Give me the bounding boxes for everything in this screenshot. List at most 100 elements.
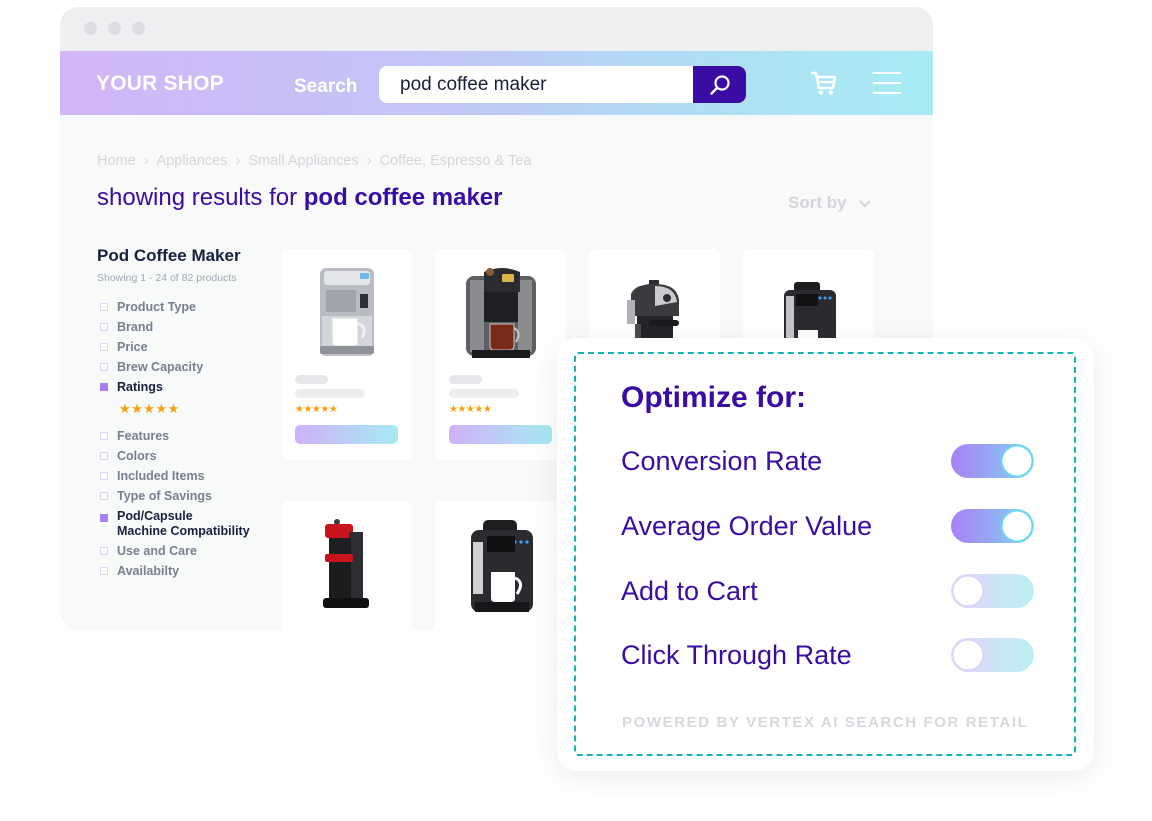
checkbox[interactable] xyxy=(100,363,108,371)
facet-use-and-care[interactable]: Use and Care xyxy=(99,541,279,561)
facet-brew-capacity[interactable]: Brew Capacity xyxy=(99,357,279,377)
facet-label: Product Type xyxy=(117,300,196,314)
sort-by-label: Sort by xyxy=(788,193,847,212)
checkbox-checked[interactable] xyxy=(100,514,108,522)
average-order-value-toggle[interactable] xyxy=(951,509,1034,543)
rating-stars-filter[interactable]: ★★★★★ xyxy=(99,397,279,426)
window-maximize-dot[interactable] xyxy=(132,22,145,35)
product-image-classic-black-pod-coffee-maker[interactable] xyxy=(449,511,552,621)
cart-button[interactable] xyxy=(809,69,843,99)
conversion-rate-toggle[interactable] xyxy=(951,444,1034,478)
facet-label: Brew Capacity xyxy=(117,360,204,374)
chevron-down-icon xyxy=(859,200,871,208)
checkbox[interactable] xyxy=(100,492,108,500)
facet-label-line1: Pod/Capsule xyxy=(117,509,193,523)
option-label: Conversion Rate xyxy=(621,446,823,476)
shop-header: YOUR SHOP Search xyxy=(60,51,933,115)
facet-product-type[interactable]: Product Type xyxy=(99,297,279,317)
facet-label: Price xyxy=(117,340,148,354)
breadcrumb: Home › Appliances › Small Appliances › Coffee,… xyxy=(97,153,531,169)
search-label: Search xyxy=(294,76,358,97)
product-image-red-capsule-coffee-maker[interactable] xyxy=(295,511,398,621)
search-input[interactable] xyxy=(379,66,693,103)
checkbox[interactable] xyxy=(100,452,108,460)
facet-label: Type of Savings xyxy=(117,489,212,503)
title-bar xyxy=(60,7,933,51)
facet-ratings[interactable]: Ratings xyxy=(99,377,279,397)
click-through-rate-toggle[interactable] xyxy=(951,638,1034,672)
facet-colors[interactable]: Colors xyxy=(99,446,279,466)
facet-price[interactable]: Price xyxy=(99,337,279,357)
checkbox[interactable] xyxy=(100,432,108,440)
checkbox[interactable] xyxy=(100,323,108,331)
hamburger-menu-icon xyxy=(873,72,901,94)
breadcrumb-separator: › xyxy=(235,153,241,169)
checkbox[interactable] xyxy=(100,547,108,555)
search-button[interactable] xyxy=(693,66,746,103)
toggle-knob xyxy=(1001,510,1033,542)
facet-list: Product Type Brand Price Brew Capacity R… xyxy=(99,297,279,581)
breadcrumb-separator: › xyxy=(366,153,372,169)
checkbox[interactable] xyxy=(100,343,108,351)
facet-label: Use and Care xyxy=(117,544,197,558)
search-bar xyxy=(379,66,746,103)
option-label: Click Through Rate xyxy=(621,640,852,670)
checkbox[interactable] xyxy=(100,567,108,575)
checkbox-checked[interactable] xyxy=(100,383,108,391)
optimize-option-average-order-value: Average Order Value xyxy=(621,507,1034,547)
facet-features[interactable]: Features xyxy=(99,426,279,446)
facet-label: Brand xyxy=(117,320,154,334)
product-title-placeholder xyxy=(449,375,482,384)
results-prefix: showing results for xyxy=(97,184,304,211)
add-to-cart-button[interactable] xyxy=(449,425,552,444)
coffee-maker-icon xyxy=(465,267,536,358)
facet-label: Included Items xyxy=(117,469,205,483)
facet-label: Features xyxy=(117,429,170,443)
checkbox[interactable] xyxy=(100,472,108,480)
facet-brand[interactable]: Brand xyxy=(99,317,279,337)
facet-label: Colors xyxy=(117,449,157,463)
optimize-option-conversion-rate: Conversion Rate xyxy=(621,442,1034,482)
shop-logo[interactable]: YOUR SHOP xyxy=(96,72,224,96)
option-label: Add to Cart xyxy=(621,576,758,606)
facet-label-line2: Machine Compatibility xyxy=(117,524,250,538)
facet-label: Ratings xyxy=(117,380,163,394)
product-image-silver-pod-coffee-maker[interactable] xyxy=(295,261,398,366)
product-card[interactable] xyxy=(281,501,412,630)
coffee-maker-icon xyxy=(319,267,374,356)
optimize-option-click-through-rate: Click Through Rate xyxy=(621,636,1034,676)
coffee-maker-icon xyxy=(470,520,533,612)
breadcrumb-small-appliances[interactable]: Small Appliances xyxy=(248,153,358,169)
facet-pod-capsule-compatibility[interactable]: Pod/Capsule Machine Compatibility xyxy=(99,506,279,541)
capsule-coffee-maker-icon xyxy=(322,519,369,608)
add-to-cart-button[interactable] xyxy=(295,425,398,444)
breadcrumb-appliances[interactable]: Appliances xyxy=(157,153,228,169)
product-card[interactable]: ★★★★★ xyxy=(281,249,412,460)
product-image-premium-pod-coffee-maker[interactable] xyxy=(449,261,552,366)
product-count: Showing 1 - 24 of 82 products xyxy=(97,272,237,284)
product-card[interactable] xyxy=(435,501,566,630)
menu-button[interactable] xyxy=(872,70,904,98)
sort-by-dropdown[interactable]: Sort by xyxy=(788,193,871,213)
breadcrumb-coffee-espresso-tea[interactable]: Coffee, Espresso & Tea xyxy=(380,153,532,169)
product-title-placeholder xyxy=(295,375,328,384)
breadcrumb-home[interactable]: Home xyxy=(97,153,136,169)
product-desc-placeholder xyxy=(449,389,519,398)
checkbox[interactable] xyxy=(100,303,108,311)
facet-type-of-savings[interactable]: Type of Savings xyxy=(99,486,279,506)
facet-included-items[interactable]: Included Items xyxy=(99,466,279,486)
powered-by-footer: POWERED BY VERTEX AI SEARCH FOR RETAIL xyxy=(622,714,1029,731)
search-icon xyxy=(709,74,730,95)
add-to-cart-toggle[interactable] xyxy=(951,574,1034,608)
option-label: Average Order Value xyxy=(621,511,873,541)
results-heading: showing results for pod coffee maker xyxy=(97,184,503,212)
product-rating-stars: ★★★★★ xyxy=(295,404,338,415)
product-card[interactable]: ★★★★★ xyxy=(435,249,566,460)
facet-availability[interactable]: Availabilty xyxy=(99,561,279,581)
window-minimize-dot[interactable] xyxy=(108,22,121,35)
optimize-panel: Optimize for: Conversion Rate Average Or… xyxy=(557,338,1094,771)
window-close-dot[interactable] xyxy=(84,22,97,35)
optimize-title: Optimize for: xyxy=(621,381,806,414)
product-rating-stars: ★★★★★ xyxy=(449,404,492,415)
optimize-option-add-to-cart: Add to Cart xyxy=(621,572,1034,612)
